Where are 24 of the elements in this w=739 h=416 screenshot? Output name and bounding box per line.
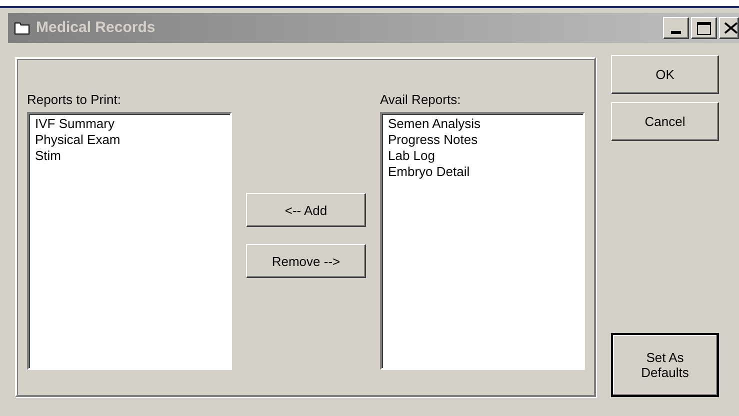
minimize-button[interactable] xyxy=(663,17,689,39)
window-title: Medical Records xyxy=(36,18,156,38)
list-item[interactable]: Physical Exam xyxy=(35,132,120,148)
list-item[interactable]: Stim xyxy=(35,148,61,164)
dialog-button[interactable]: Cancel xyxy=(611,102,719,141)
report-list[interactable]: Semen Analysis Progress Notes Lab Log Embryo Detail xyxy=(380,112,585,370)
dialog-button[interactable]: Set As Defaults xyxy=(611,333,719,397)
dialog-button[interactable]: OK xyxy=(611,55,719,94)
maximize-icon xyxy=(697,22,711,34)
list-item[interactable]: Semen Analysis xyxy=(388,116,480,132)
list-label: Reports to Print: xyxy=(27,91,122,109)
close-icon xyxy=(724,22,738,34)
list-item[interactable]: Lab Log xyxy=(388,148,435,164)
move-button[interactable]: <-- Add xyxy=(246,193,366,227)
close-button[interactable] xyxy=(719,17,739,39)
list-item[interactable]: IVF Summary xyxy=(35,116,114,132)
move-button[interactable]: Remove --> xyxy=(246,244,366,278)
report-list[interactable]: IVF Summary Physical Exam Stim xyxy=(27,112,232,370)
maximize-button[interactable] xyxy=(691,17,717,39)
folder-icon xyxy=(14,21,30,35)
minimize-icon xyxy=(671,31,681,34)
list-label: Avail Reports: xyxy=(380,91,462,109)
list-item[interactable]: Progress Notes xyxy=(388,132,478,148)
list-item[interactable]: Embryo Detail xyxy=(388,164,470,180)
